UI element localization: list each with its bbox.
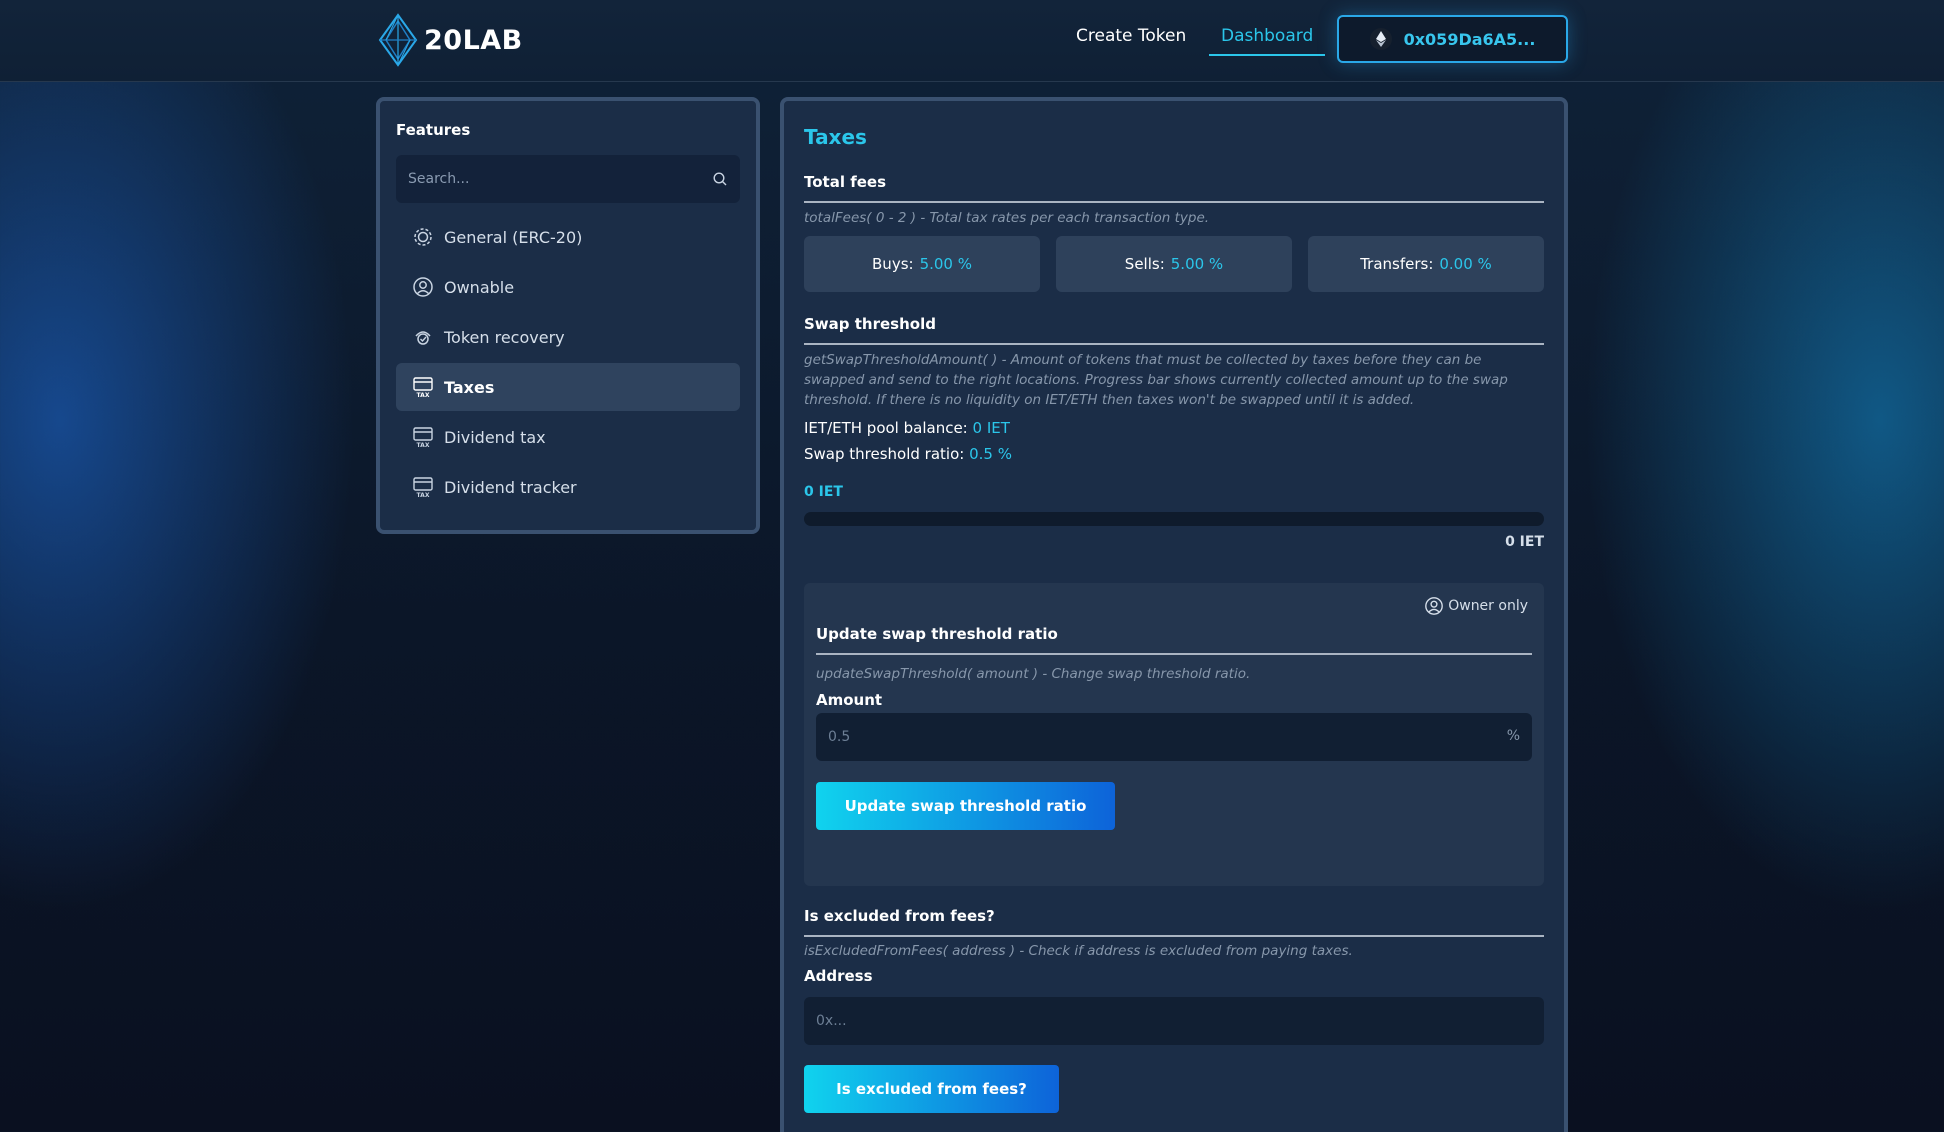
address-field (804, 997, 1544, 1045)
nav-create-token[interactable]: Create Token (1064, 24, 1198, 54)
amount-field: % (816, 713, 1532, 761)
update-swap-threshold-button[interactable]: Update swap threshold ratio (816, 782, 1115, 830)
feature-menu: General (ERC-20) Ownable Token recovery … (396, 213, 740, 511)
svg-text:TAX: TAX (417, 392, 430, 398)
svg-text:TAX: TAX (417, 492, 430, 498)
percent-suffix: % (1506, 728, 1520, 744)
excluded-title: Is excluded from fees? (804, 907, 1544, 937)
progress-max: 0 IET (1505, 534, 1544, 550)
search-box (396, 155, 740, 203)
transfers-fee-box: Transfers: 0.00 % (1308, 236, 1544, 292)
taxes-panel: Taxes Total fees totalFees( 0 - 2 ) - To… (780, 97, 1568, 1132)
swap-threshold-desc: getSwapThresholdAmount( ) - Amount of to… (804, 352, 1508, 408)
logo[interactable]: 20LAB (376, 13, 523, 67)
sells-value: 5.00 % (1170, 255, 1224, 273)
total-fees-title: Total fees (804, 173, 1544, 203)
pool-balance-value: 0 IET (972, 419, 1010, 437)
amount-input[interactable] (816, 713, 1532, 761)
sidebar-item-label: General (ERC-20) (444, 227, 583, 247)
user-circle-icon (412, 276, 434, 298)
owner-only-label: Owner only (1448, 598, 1528, 614)
search-icon[interactable] (712, 171, 728, 187)
sidebar-item-ownable[interactable]: Ownable (396, 263, 740, 311)
owner-only-badge: Owner only (1424, 596, 1528, 616)
threshold-ratio-row: Swap threshold ratio: 0.5 % (804, 445, 1012, 463)
pool-balance-row: IET/ETH pool balance: 0 IET (804, 419, 1010, 437)
gear-icon (412, 226, 434, 248)
tax-icon: TAX (412, 376, 434, 398)
wallet-address: 0x059Da6A5... (1403, 29, 1536, 49)
threshold-ratio-label: Swap threshold ratio: (804, 445, 965, 463)
user-circle-icon (1425, 597, 1444, 615)
buys-label: Buys: (872, 255, 914, 273)
page-title: Taxes (804, 125, 867, 149)
tax-icon: TAX (412, 476, 434, 498)
buys-fee-box: Buys: 5.00 % (804, 236, 1040, 292)
swap-threshold-title: Swap threshold (804, 315, 1544, 345)
sidebar-item-label: Dividend tracker (444, 477, 577, 497)
buys-value: 5.00 % (919, 255, 972, 273)
amount-label: Amount (816, 691, 883, 709)
progress-current: 0 IET (804, 484, 843, 500)
wallet-button[interactable]: 0x059Da6A5... (1337, 15, 1568, 63)
is-excluded-button[interactable]: Is excluded from fees? (804, 1065, 1059, 1113)
swap-progress-bar (804, 512, 1544, 526)
sidebar-item-dividend-tracker[interactable]: TAX Dividend tracker (396, 463, 740, 511)
logo-text: 20LAB (424, 24, 523, 56)
sells-fee-box: Sells: 5.00 % (1056, 236, 1292, 292)
sidebar-item-taxes[interactable]: TAX Taxes (396, 363, 740, 411)
transfers-value: 0.00 % (1439, 255, 1492, 273)
sidebar-item-label: Taxes (444, 377, 495, 397)
logo-icon (378, 13, 418, 67)
update-swap-desc: updateSwapThreshold( amount ) - Change s… (816, 666, 1251, 682)
recovery-icon (412, 326, 434, 348)
search-input[interactable] (396, 155, 740, 203)
sidebar-item-label: Dividend tax (444, 427, 546, 447)
nav-dashboard[interactable]: Dashboard (1209, 24, 1326, 56)
sidebar-item-general[interactable]: General (ERC-20) (396, 213, 740, 261)
total-fees-desc: totalFees( 0 - 2 ) - Total tax rates per… (804, 210, 1210, 226)
svg-text:TAX: TAX (417, 442, 430, 448)
sells-label: Sells: (1124, 255, 1165, 273)
sidebar-item-token-recovery[interactable]: Token recovery (396, 313, 740, 361)
update-swap-title: Update swap threshold ratio (816, 625, 1532, 655)
pool-balance-label: IET/ETH pool balance: (804, 419, 968, 437)
sidebar-item-dividend-tax[interactable]: TAX Dividend tax (396, 413, 740, 461)
transfers-label: Transfers: (1360, 255, 1434, 273)
address-input[interactable] (804, 997, 1544, 1045)
threshold-ratio-value: 0.5 % (969, 445, 1012, 463)
excluded-desc: isExcludedFromFees( address ) - Check if… (804, 943, 1353, 959)
top-header: 20LAB Create Token Dashboard 0x059Da6A5.… (0, 0, 1944, 82)
tax-icon: TAX (412, 426, 434, 448)
features-sidebar: Features General (ERC-20) (376, 97, 760, 534)
ethereum-icon (1369, 28, 1392, 50)
sidebar-item-label: Token recovery (444, 327, 565, 347)
sidebar-title: Features (396, 121, 471, 139)
sidebar-item-label: Ownable (444, 277, 515, 297)
address-label: Address (804, 967, 873, 985)
update-swap-card: Owner only Update swap threshold ratio u… (804, 583, 1544, 886)
